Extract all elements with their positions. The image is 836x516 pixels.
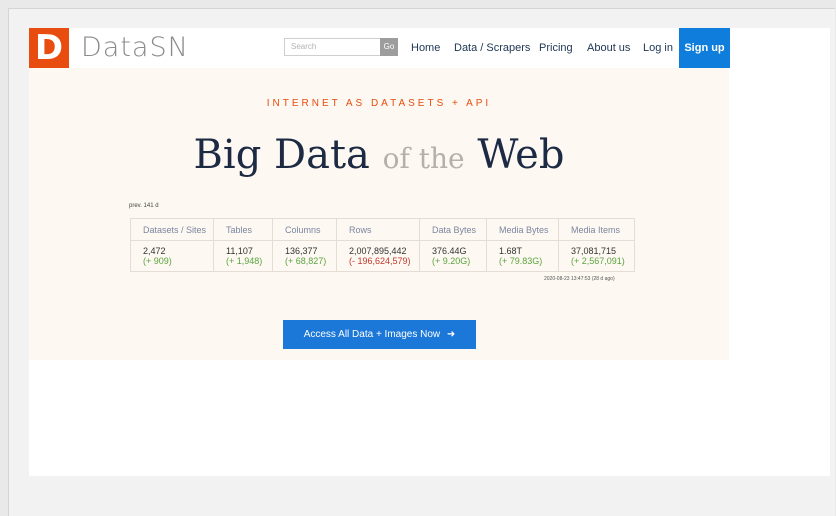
headline-mid: of the bbox=[382, 142, 465, 175]
stats-delta: (+ 1,948) bbox=[226, 256, 263, 266]
access-data-button[interactable]: Access All Data + Images Now ➜ bbox=[283, 320, 476, 349]
site-content: D DataSN Search Go Home Data / Scrapers … bbox=[29, 28, 730, 360]
nav-pricing[interactable]: Pricing bbox=[539, 42, 573, 54]
stats-delta: (+ 79.83G) bbox=[499, 256, 543, 266]
stats-value: 11,107 bbox=[226, 246, 253, 256]
browser-frame: D DataSN Search Go Home Data / Scrapers … bbox=[8, 8, 835, 516]
stats-value: 2,007,895,442 bbox=[349, 246, 407, 256]
stats-table: Datasets / Sites Tables Columns Rows Dat… bbox=[130, 218, 635, 272]
access-data-label: Access All Data + Images Now bbox=[303, 329, 441, 340]
stats-header: Columns bbox=[272, 218, 337, 241]
stats-value: 1.68T bbox=[499, 246, 523, 256]
stats-header: Datasets / Sites bbox=[130, 218, 214, 241]
stats-cell: 376.44G (+ 9.20G) bbox=[419, 240, 487, 272]
signup-button[interactable]: Sign up bbox=[679, 28, 730, 68]
logo-text[interactable]: DataSN bbox=[81, 32, 189, 63]
logo-icon[interactable]: D bbox=[29, 28, 69, 68]
stats-delta: (- 196,624,579) bbox=[349, 256, 411, 266]
stats-header: Rows bbox=[336, 218, 420, 241]
stats-value-row: 2,472 (+ 909) 11,107 (+ 1,948) 136,377 (+ 6… bbox=[130, 240, 635, 272]
prev-period-label: prev. 141 d bbox=[129, 203, 159, 209]
stats-delta: (+ 9.20G) bbox=[432, 256, 471, 266]
stats-delta: (+ 909) bbox=[143, 256, 172, 266]
stats-cell: 2,007,895,442 (- 196,624,579) bbox=[336, 240, 420, 272]
stats-header: Media Items bbox=[558, 218, 635, 241]
stats-header-row: Datasets / Sites Tables Columns Rows Dat… bbox=[130, 218, 635, 241]
nav-about-us[interactable]: About us bbox=[587, 42, 630, 54]
stats-cell: 2,472 (+ 909) bbox=[130, 240, 214, 272]
stats-value: 2,472 bbox=[143, 246, 166, 256]
stats-delta: (+ 68,827) bbox=[285, 256, 327, 266]
stats-cell: 1.68T (+ 79.83G) bbox=[486, 240, 559, 272]
stats-value: 37,081,715 bbox=[571, 246, 617, 256]
stats-value: 376.44G bbox=[432, 246, 467, 256]
stats-cell: 136,377 (+ 68,827) bbox=[272, 240, 337, 272]
search-go-button[interactable]: Go bbox=[380, 38, 398, 56]
stats-value: 136,377 bbox=[285, 246, 318, 256]
headline-part2: Web bbox=[477, 132, 565, 178]
stats-delta: (+ 2,567,091) bbox=[571, 256, 625, 266]
arrow-right-icon: ➜ bbox=[446, 329, 456, 340]
nav-home[interactable]: Home bbox=[411, 42, 440, 54]
stats-header: Tables bbox=[213, 218, 273, 241]
page-viewport: D DataSN Search Go Home Data / Scrapers … bbox=[29, 28, 830, 476]
nav-data-scrapers[interactable]: Data / Scrapers bbox=[454, 42, 530, 54]
navbar: D DataSN Search Go Home Data / Scrapers … bbox=[29, 28, 730, 68]
stats-timestamp: 2020-08-23 13:47:53 (28 d ago) bbox=[544, 276, 615, 282]
tagline: INTERNET AS DATASETS + API bbox=[266, 98, 492, 109]
stats-cell: 11,107 (+ 1,948) bbox=[213, 240, 273, 272]
nav-log-in[interactable]: Log in bbox=[643, 42, 673, 54]
headline-part1: Big Data bbox=[193, 132, 370, 178]
stats-header: Media Bytes bbox=[486, 218, 559, 241]
stats-header: Data Bytes bbox=[419, 218, 487, 241]
stats-cell: 37,081,715 (+ 2,567,091) bbox=[558, 240, 635, 272]
page-title: Big Data of the Web bbox=[29, 132, 729, 178]
